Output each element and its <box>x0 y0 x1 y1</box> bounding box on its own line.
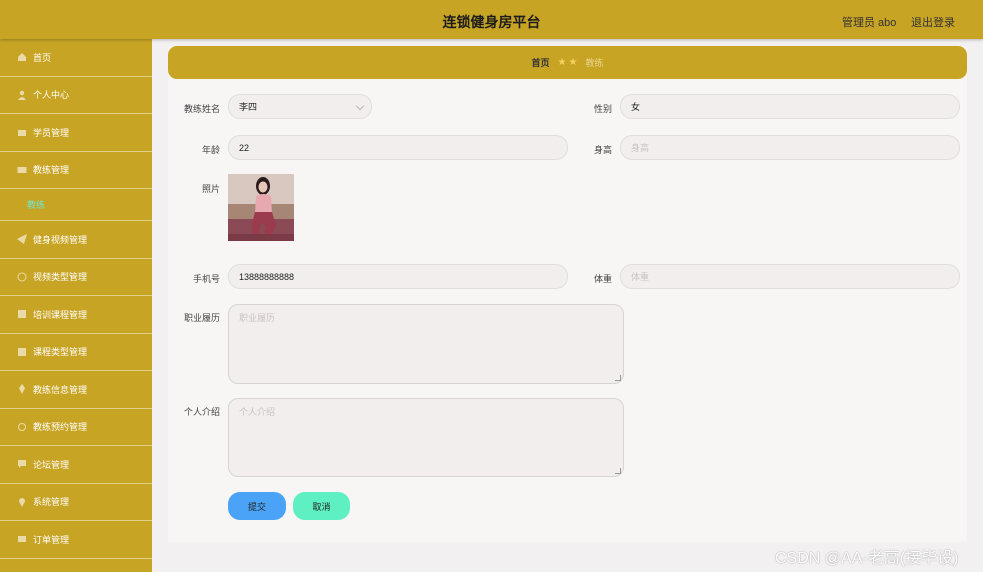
resize-handle-icon[interactable] <box>615 375 621 381</box>
group-icon <box>17 127 27 137</box>
sidebar-item-bookings[interactable]: 教练预约管理 <box>0 409 152 446</box>
send-icon <box>17 234 27 245</box>
list-icon <box>17 534 27 544</box>
chat-icon <box>17 459 27 469</box>
sidebar-item-orders[interactable]: 订单管理 <box>0 521 152 559</box>
sidebar-item-profile[interactable]: 个人中心 <box>0 77 152 114</box>
logout-link[interactable]: 退出登录 <box>911 14 955 30</box>
resume-textarea[interactable]: 职业履历 <box>228 304 624 384</box>
photo-label: 照片 <box>201 184 220 194</box>
grid-icon <box>17 309 27 319</box>
intro-placeholder: 个人介绍 <box>239 407 276 417</box>
sidebar-item-courses[interactable]: 培训课程管理 <box>0 296 152 334</box>
sidebar-item-video-types[interactable]: 视频类型管理 <box>0 259 152 296</box>
sidebar-item-coaches[interactable]: 教练管理 <box>0 152 152 189</box>
star-icon: ★★ <box>557 57 580 68</box>
phone-field[interactable]: 13888888888 <box>228 264 568 289</box>
sidebar-item-label: 培训课程管理 <box>33 309 88 320</box>
sidebar-item-label: 视频类型管理 <box>33 272 88 283</box>
age-value: 22 <box>239 142 250 153</box>
submit-button[interactable]: 提交 <box>228 492 286 520</box>
sidebar-item-label: 系统管理 <box>33 497 70 508</box>
sidebar: 首页 个人中心 学员管理 教练管理 教练 健身视频管理 视频类型管理 培训课程管… <box>0 39 152 572</box>
age-label: 年龄 <box>201 145 220 155</box>
sidebar-item-label: 健身视频管理 <box>33 234 88 245</box>
home-icon <box>17 52 27 62</box>
sidebar-item-forum[interactable]: 论坛管理 <box>0 446 152 484</box>
height-field[interactable]: 身高 <box>620 135 960 160</box>
coach-photo[interactable] <box>228 174 294 241</box>
height-label: 身高 <box>593 145 612 155</box>
weight-label: 体重 <box>593 274 612 284</box>
coach-name-value: 李四 <box>239 102 258 112</box>
sidebar-item-label: 订单管理 <box>33 534 70 545</box>
chevron-down-icon <box>355 101 365 111</box>
app-title: 连锁健身房平台 <box>442 14 541 30</box>
sidebar-item-label: 教练管理 <box>33 165 70 176</box>
height-placeholder: 身高 <box>631 143 650 153</box>
coach-name-select[interactable]: 李四 <box>228 94 372 119</box>
clock-icon <box>17 272 27 282</box>
breadcrumb: 首页 ★★ 教练 <box>168 46 967 79</box>
location-icon <box>17 497 27 507</box>
sidebar-subitem-coach[interactable]: 教练 <box>0 189 152 221</box>
resume-placeholder: 职业履历 <box>239 313 276 323</box>
sidebar-item-students[interactable]: 学员管理 <box>0 114 152 152</box>
grid-icon <box>17 347 27 357</box>
intro-textarea[interactable]: 个人介绍 <box>228 398 624 477</box>
phone-value: 13888888888 <box>239 271 295 282</box>
intro-label: 个人介绍 <box>183 407 220 417</box>
gender-value: 女 <box>631 102 641 112</box>
sidebar-item-label: 个人中心 <box>33 90 70 101</box>
resume-label: 职业履历 <box>183 313 220 323</box>
name-label: 教练姓名 <box>183 104 220 114</box>
sidebar-item-label: 课程类型管理 <box>33 347 88 358</box>
phone-label: 手机号 <box>192 274 220 284</box>
refresh-icon <box>17 422 27 432</box>
age-field[interactable]: 22 <box>228 135 568 160</box>
breadcrumb-current: 教练 <box>585 58 604 68</box>
pin-icon <box>17 384 27 395</box>
weight-placeholder: 体重 <box>631 272 650 282</box>
user-icon <box>17 90 27 100</box>
current-user: 管理员 abo <box>842 17 897 29</box>
sidebar-item-system[interactable]: 系统管理 <box>0 484 152 521</box>
breadcrumb-home[interactable]: 首页 <box>532 56 550 69</box>
gender-label: 性别 <box>593 104 612 114</box>
id-card-icon <box>17 165 27 175</box>
sidebar-item-label: 首页 <box>33 52 52 63</box>
cancel-button[interactable]: 取消 <box>293 492 350 520</box>
watermark: CSDN @AA-老高(接毕设) <box>775 550 959 567</box>
sidebar-item-label: 教练预约管理 <box>33 422 88 433</box>
sidebar-item-label: 学员管理 <box>33 127 70 138</box>
gender-field[interactable]: 女 <box>620 94 960 119</box>
weight-field[interactable]: 体重 <box>620 264 960 289</box>
sidebar-item-label: 论坛管理 <box>33 459 70 470</box>
sidebar-item-label: 教练信息管理 <box>33 384 88 395</box>
top-header: 连锁健身房平台 管理员 abo 退出登录 <box>0 0 983 39</box>
resize-handle-icon[interactable] <box>615 468 621 474</box>
sidebar-item-course-types[interactable]: 课程类型管理 <box>0 334 152 371</box>
sidebar-item-coach-info[interactable]: 教练信息管理 <box>0 371 152 409</box>
sidebar-item-videos[interactable]: 健身视频管理 <box>0 221 152 259</box>
sidebar-item-home[interactable]: 首页 <box>0 39 152 77</box>
